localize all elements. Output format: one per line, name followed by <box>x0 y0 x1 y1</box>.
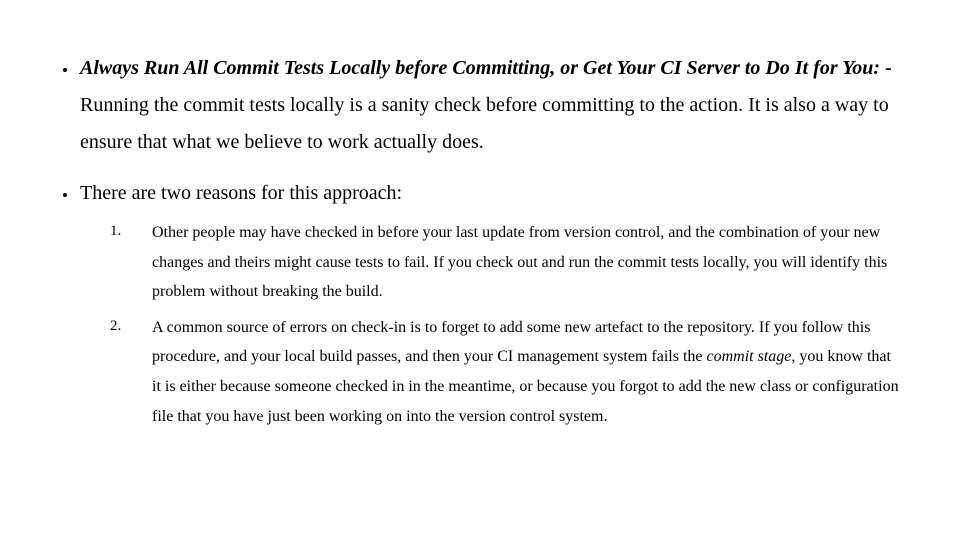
numbered-item-1: Other people may have checked in before … <box>132 218 900 307</box>
document-page: Always Run All Commit Tests Locally befo… <box>0 0 960 431</box>
numbered-item-1-text: Other people may have checked in before … <box>152 224 887 300</box>
bullet-list: Always Run All Commit Tests Locally befo… <box>60 50 900 431</box>
bullet-item-1: Always Run All Commit Tests Locally befo… <box>78 50 900 161</box>
numbered-list: Other people may have checked in before … <box>80 218 900 431</box>
numbered-item-2-em: commit stage <box>707 348 792 365</box>
bullet-2-intro: There are two reasons for this approach: <box>80 182 402 204</box>
bullet-1-body: Running the commit tests locally is a sa… <box>80 94 889 153</box>
numbered-item-2: A common source of errors on check-in is… <box>132 313 900 431</box>
bullet-item-2: There are two reasons for this approach:… <box>78 175 900 431</box>
bullet-1-heading: Always Run All Commit Tests Locally befo… <box>80 57 892 79</box>
